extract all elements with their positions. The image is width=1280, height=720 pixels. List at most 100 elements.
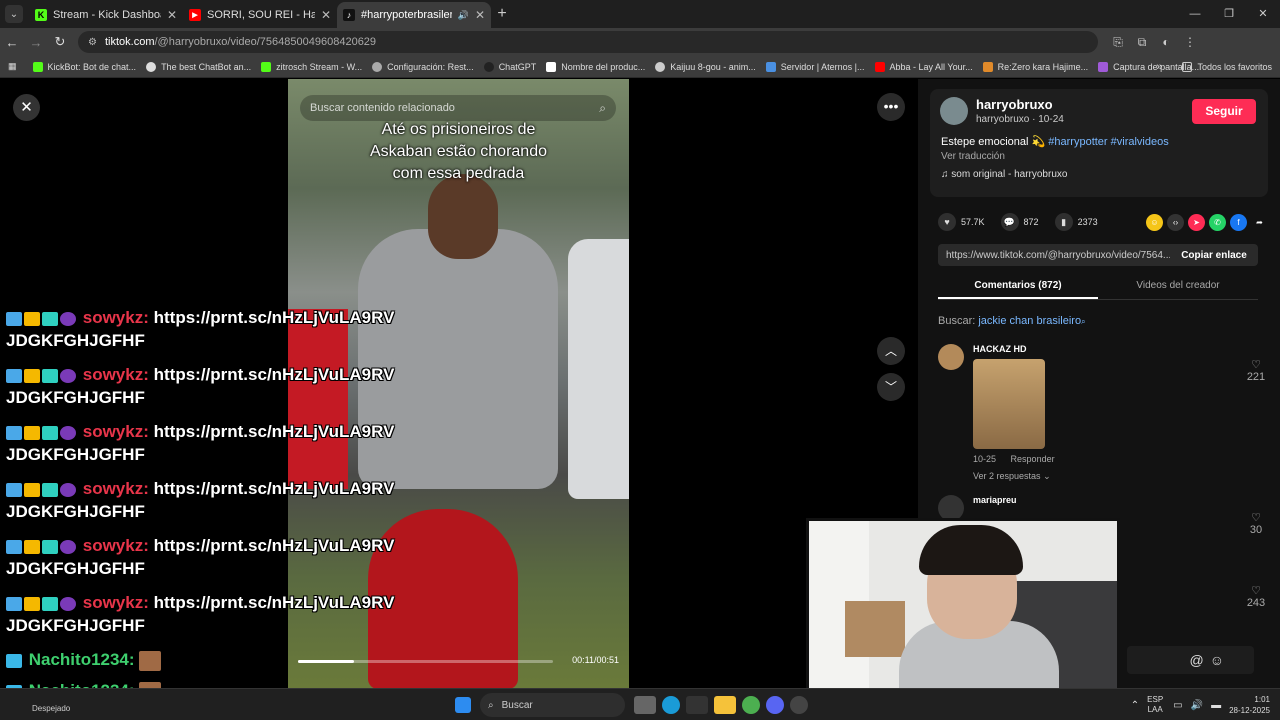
apps-icon[interactable]: ▦ bbox=[8, 61, 17, 72]
search-icon[interactable]: ⌕ bbox=[599, 101, 606, 116]
bookmark-item[interactable]: Re:Zero kara Hajime... bbox=[982, 61, 1088, 72]
display-icon[interactable]: ▭ bbox=[1173, 700, 1182, 711]
close-tab-icon[interactable]: ✕ bbox=[167, 8, 177, 22]
comment-image[interactable] bbox=[973, 359, 1045, 449]
search-suggestion: Buscar: jackie chan brasileiro⌕ bbox=[938, 315, 1086, 327]
close-tab-icon[interactable]: ✕ bbox=[321, 8, 331, 22]
share-arrow-icon[interactable]: ➦ bbox=[1251, 214, 1268, 231]
bookmark-item[interactable]: Kaijuu 8-gou - anim... bbox=[655, 61, 756, 72]
site-info-icon[interactable]: ⚙ bbox=[88, 37, 97, 48]
related-search-input[interactable]: Buscar contenido relacionado ⌕ bbox=[300, 95, 616, 121]
battery-icon[interactable]: ▬ bbox=[1211, 700, 1221, 711]
follow-button[interactable]: Seguir bbox=[1192, 99, 1256, 124]
app-icon[interactable] bbox=[790, 696, 808, 714]
all-favorites-folder[interactable]: Todos los favoritos bbox=[1182, 61, 1272, 72]
new-tab-button[interactable]: + bbox=[491, 5, 513, 23]
epic-games-icon[interactable] bbox=[686, 696, 708, 714]
more-options-button[interactable]: ••• bbox=[877, 93, 905, 121]
bookmark-item[interactable]: KickBot: Bot de chat... bbox=[32, 61, 136, 72]
view-replies-button[interactable]: Ver 2 respuestas ⌄ bbox=[973, 471, 1051, 482]
show-hidden-icon[interactable]: ⌃ bbox=[1131, 700, 1139, 711]
bookmark-item[interactable]: Servidor | Aternos |... bbox=[765, 61, 865, 72]
sound-link[interactable]: ♫ som original - harryobruxo bbox=[941, 169, 1067, 180]
bookmark-item[interactable]: Abba - Lay All Your... bbox=[874, 61, 973, 72]
extensions-icon[interactable]: ⧉ bbox=[1130, 35, 1154, 50]
discord-icon[interactable] bbox=[766, 696, 784, 714]
bookmark-item[interactable]: Nombre del produc... bbox=[546, 61, 645, 72]
chat-username: sowykz: bbox=[82, 479, 149, 498]
crown-badge-icon bbox=[24, 539, 40, 554]
facebook-icon[interactable]: f bbox=[1230, 213, 1247, 231]
webcam-overlay bbox=[806, 518, 1120, 694]
comment-username[interactable]: mariapreu bbox=[973, 495, 1017, 505]
avatar[interactable] bbox=[940, 97, 968, 125]
bookmark-item[interactable]: Configuración: Rest... bbox=[372, 61, 474, 72]
taskbar-search[interactable]: ⌕ Buscar bbox=[480, 693, 625, 717]
url-input[interactable]: ⚙ tiktok.com/@harryobruxo/video/75648500… bbox=[78, 31, 1098, 53]
embed-icon[interactable]: ‹› bbox=[1167, 213, 1184, 231]
chat-badges bbox=[6, 591, 78, 614]
bookmark-item[interactable]: zitrosch Stream - W... bbox=[261, 61, 362, 72]
whatsapp-icon[interactable]: ✆ bbox=[1209, 213, 1226, 231]
copy-link-button[interactable]: Copiar enlace bbox=[1170, 250, 1258, 261]
comment-like-button[interactable]: ♡ 221 bbox=[1244, 358, 1268, 383]
next-video-button[interactable]: ﹀ bbox=[877, 373, 905, 401]
clock[interactable]: 1:01 28-12-2025 bbox=[1229, 694, 1270, 716]
chrome-icon[interactable] bbox=[742, 696, 760, 714]
save-button[interactable]: ▮ 2373 bbox=[1054, 213, 1098, 231]
share-link-url[interactable]: https://www.tiktok.com/@harryobruxo/vide… bbox=[946, 250, 1170, 261]
tab-youtube[interactable]: ▶ SORRI, SOU REI - Harry - Brega ✕ bbox=[183, 2, 337, 28]
emoji-share-icon[interactable]: ☺ bbox=[1146, 213, 1163, 231]
windows-start-icon[interactable] bbox=[455, 697, 471, 713]
tab-tiktok[interactable]: ♪ #harrypoterbrasilero | TikTok 🔊 ✕ bbox=[337, 2, 491, 28]
weather-label[interactable]: Despejado bbox=[32, 704, 70, 713]
bookmark-favicon-icon bbox=[146, 61, 157, 72]
close-video-button[interactable]: ✕ bbox=[13, 94, 40, 121]
edge-icon[interactable] bbox=[662, 696, 680, 714]
profile-icon[interactable]: ◐ bbox=[1154, 35, 1178, 50]
back-icon[interactable]: ← bbox=[0, 35, 24, 50]
bookmark-item[interactable]: ChatGPT bbox=[483, 61, 536, 72]
more-bookmarks-icon[interactable]: » bbox=[1156, 61, 1162, 73]
tab-creator-videos[interactable]: Videos del creador bbox=[1098, 276, 1258, 299]
task-view-icon[interactable] bbox=[634, 696, 656, 714]
close-tab-icon[interactable]: ✕ bbox=[475, 8, 485, 22]
close-window-icon[interactable]: ✕ bbox=[1246, 0, 1280, 28]
language-indicator[interactable]: ESP LAA bbox=[1147, 695, 1163, 715]
windows-taskbar: Despejado ⌕ Buscar ⌃ ESP LAA ▭ 🔊 ▬ 1:01 … bbox=[0, 688, 1280, 720]
comment-button[interactable]: 💬 872 bbox=[1000, 213, 1039, 231]
tiktok-favicon-icon: ♪ bbox=[343, 9, 355, 21]
send-icon[interactable]: ➤ bbox=[1188, 213, 1205, 231]
avatar[interactable] bbox=[938, 344, 964, 370]
previous-video-button[interactable]: ︿ bbox=[877, 337, 905, 365]
translate-icon[interactable]: ⎘ bbox=[1106, 35, 1130, 50]
like-button[interactable]: ♥ 57.7K bbox=[938, 213, 985, 231]
tab-title: SORRI, SOU REI - Harry - Brega bbox=[207, 9, 315, 21]
mention-icon[interactable]: @ bbox=[1189, 652, 1203, 668]
file-explorer-icon[interactable] bbox=[714, 696, 736, 714]
comment-like-button[interactable]: ♡ 30 bbox=[1244, 511, 1268, 536]
volume-icon[interactable]: 🔊 bbox=[1191, 700, 1203, 711]
tab-title: Stream - Kick Dashboard bbox=[53, 9, 161, 21]
search-query-link[interactable]: jackie chan brasileiro bbox=[978, 315, 1081, 327]
tab-comments[interactable]: Comentarios (872) bbox=[938, 276, 1098, 299]
tab-kick-dashboard[interactable]: K Stream - Kick Dashboard ✕ bbox=[29, 2, 183, 28]
see-translation-link[interactable]: Ver traducción bbox=[941, 151, 1005, 162]
forward-icon[interactable]: → bbox=[24, 35, 48, 50]
bookmark-item[interactable]: The best ChatBot an... bbox=[146, 61, 251, 72]
tab-search-button[interactable]: ⌄ bbox=[5, 5, 23, 23]
reload-icon[interactable]: ↻ bbox=[48, 34, 72, 50]
comment-like-button[interactable]: ♡ 243 bbox=[1244, 584, 1268, 609]
speaker-icon[interactable]: 🔊 bbox=[458, 10, 469, 21]
comment-input[interactable]: @ ☺ bbox=[1127, 646, 1254, 674]
creator-name[interactable]: harryobruxo bbox=[976, 97, 1053, 112]
bookmarks-bar: ▦ KickBot: Bot de chat... The best ChatB… bbox=[0, 56, 1280, 78]
emoji-icon[interactable]: ☺ bbox=[1210, 652, 1224, 668]
grapes-badge-icon bbox=[60, 596, 76, 611]
reply-button[interactable]: Responder bbox=[1011, 454, 1055, 464]
menu-icon[interactable]: ⋮ bbox=[1178, 35, 1202, 50]
restore-icon[interactable]: ❐ bbox=[1212, 0, 1246, 28]
hashtags[interactable]: #harrypotter #viralvideos bbox=[1048, 136, 1168, 148]
comment-username[interactable]: HACKAZ HD bbox=[973, 344, 1027, 354]
minimize-icon[interactable]: — bbox=[1178, 0, 1212, 28]
